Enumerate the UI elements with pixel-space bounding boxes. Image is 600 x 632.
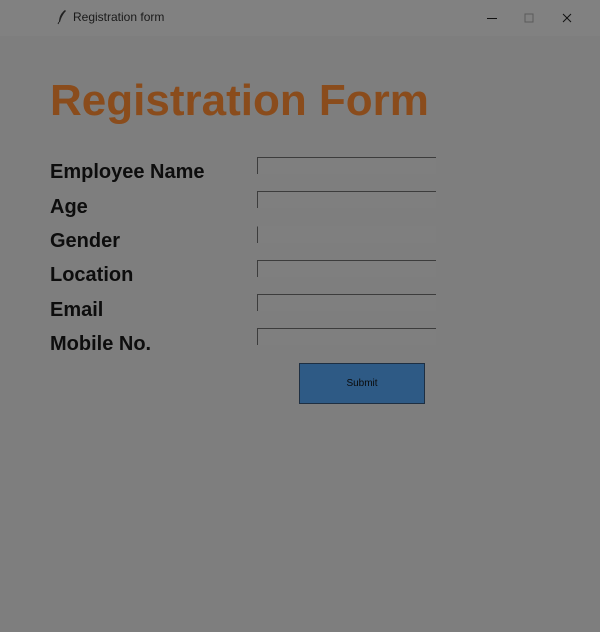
location-label: Location [50, 264, 134, 286]
app-window: Registration form Registration Form Empl… [0, 0, 600, 632]
age-label: Age [50, 196, 88, 218]
mobile-no-input[interactable] [257, 328, 436, 345]
maximize-button[interactable] [515, 6, 543, 30]
close-icon [562, 13, 572, 23]
minimize-icon [487, 18, 497, 19]
gender-input[interactable] [257, 226, 436, 243]
window-title: Registration form [73, 10, 165, 24]
email-input[interactable] [257, 294, 436, 311]
submit-button[interactable]: Submit [299, 363, 425, 404]
minimize-button[interactable] [478, 6, 506, 30]
email-label: Email [50, 299, 104, 321]
employee-name-label: Employee Name [50, 161, 205, 183]
employee-name-input[interactable] [257, 157, 436, 174]
maximize-icon [524, 13, 534, 23]
gender-label: Gender [50, 230, 121, 252]
form-content: Registration Form Employee Name Age Gend… [0, 36, 600, 632]
feather-icon [56, 9, 68, 25]
form-heading: Registration Form [50, 76, 429, 125]
mobile-no-label: Mobile No. [50, 333, 152, 355]
age-input[interactable] [257, 191, 436, 208]
location-input[interactable] [257, 260, 436, 277]
title-bar[interactable]: Registration form [0, 0, 600, 36]
close-button[interactable] [553, 6, 581, 30]
